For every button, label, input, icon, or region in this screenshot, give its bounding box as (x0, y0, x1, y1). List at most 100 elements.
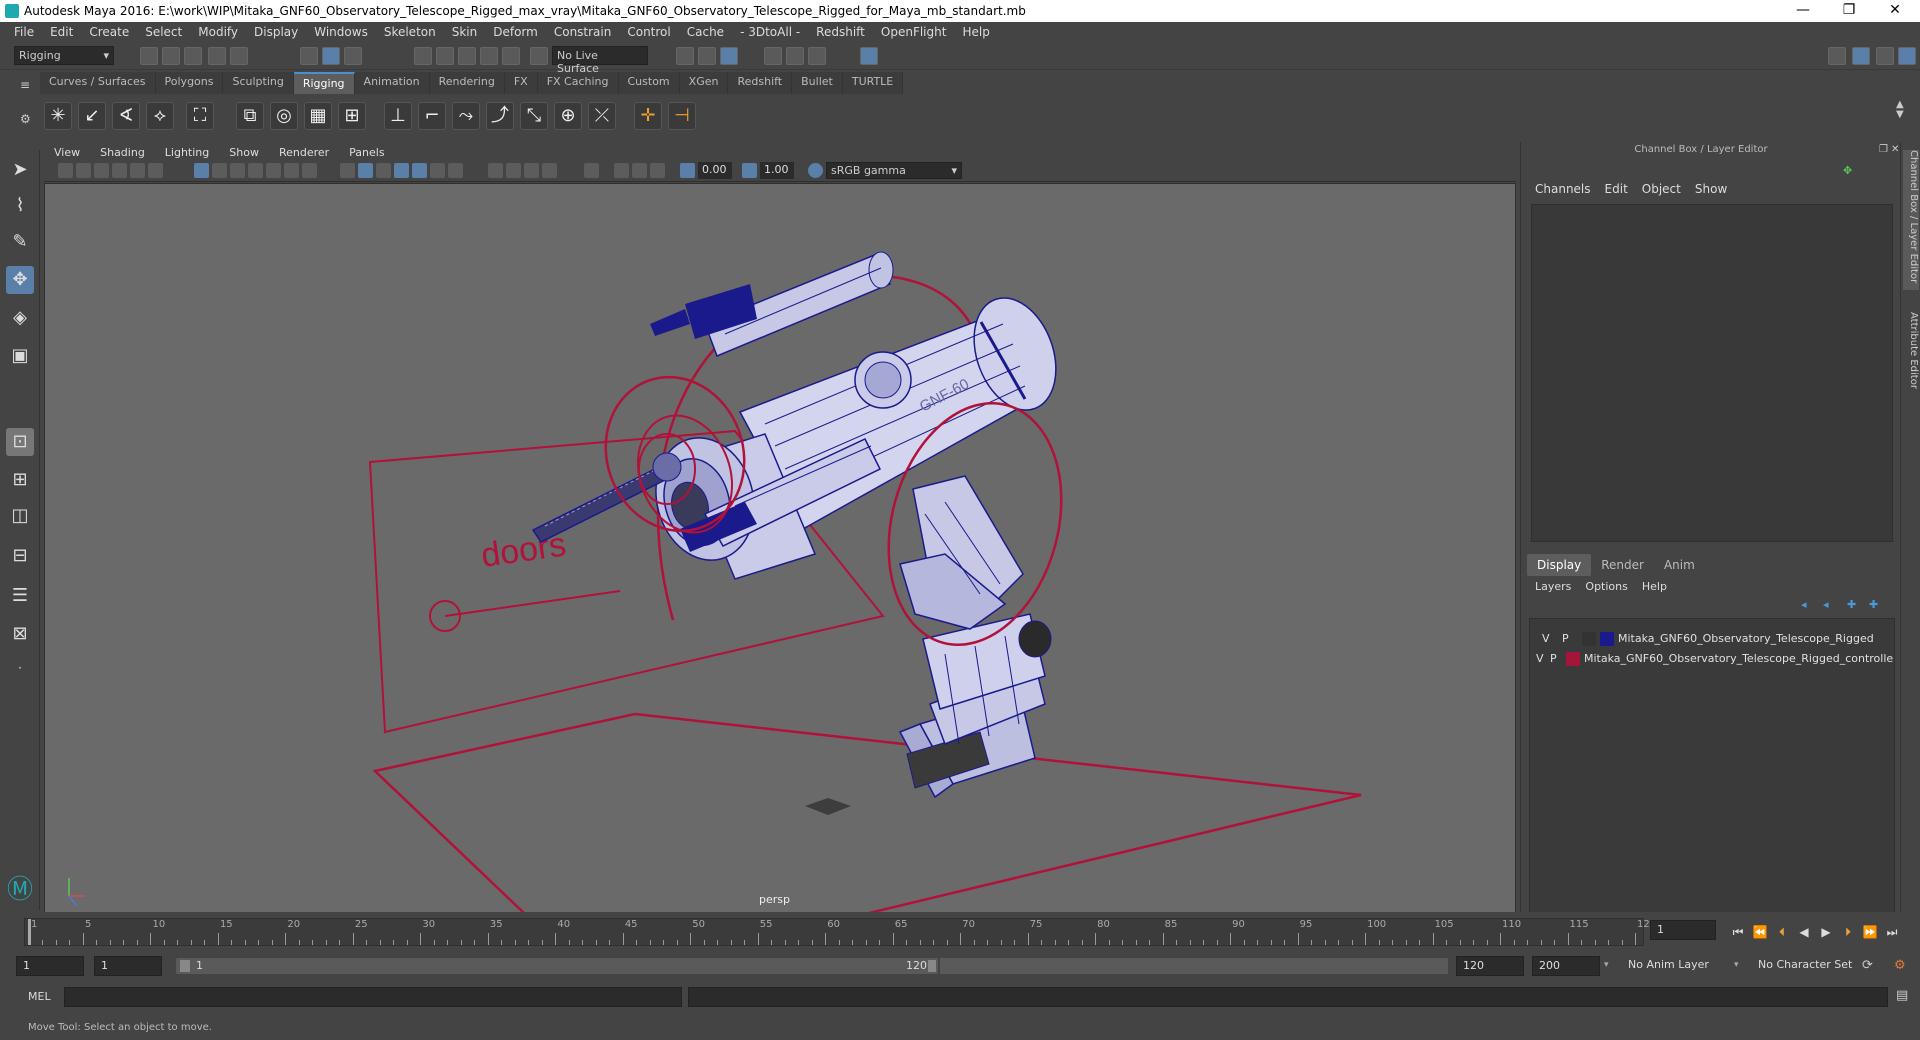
viewport-menu-renderer[interactable]: Renderer (269, 146, 339, 159)
shelf-tab-bullet[interactable]: Bullet (792, 72, 843, 94)
menu-openflight[interactable]: OpenFlight (873, 25, 955, 39)
menu-deform[interactable]: Deform (485, 25, 546, 39)
close-panel-icon[interactable]: ✕ (1891, 144, 1899, 155)
snap-view-plane-icon[interactable] (480, 47, 498, 65)
range-track[interactable] (940, 958, 1448, 974)
layer-visibility-toggle[interactable]: V (1536, 652, 1544, 665)
chevron-down-icon[interactable]: ▾ (1734, 960, 1739, 970)
parent-constraint-icon[interactable]: ⌐ (418, 102, 446, 130)
render-current-icon[interactable] (698, 47, 716, 65)
menu-modify[interactable]: Modify (190, 25, 246, 39)
layer-row[interactable]: V P Mitaka_GNF60_Observatory_Telescope_R… (1530, 629, 1894, 649)
layer-row[interactable]: V P Mitaka_GNF60_Observatory_Telescope_R… (1530, 649, 1894, 669)
ipr-render-icon[interactable] (720, 47, 738, 65)
shelf-scroll-icon[interactable]: ▲ ▼ (1896, 100, 1904, 120)
paint-select-icon[interactable]: ✎ (6, 228, 34, 256)
select-object-icon[interactable] (322, 47, 340, 65)
shelf-tab-curves[interactable]: Curves / Surfaces (40, 72, 156, 94)
shelf-menu-icon[interactable]: ≡ (20, 78, 34, 92)
finder-scope[interactable] (650, 251, 894, 357)
menu-skeleton[interactable]: Skeleton (376, 25, 444, 39)
command-language-label[interactable]: MEL (28, 990, 51, 1003)
range-slider[interactable]: 1 120 (176, 958, 938, 974)
ik-spline-icon[interactable]: ⟡ (146, 102, 174, 130)
menu-help[interactable]: Help (954, 25, 997, 39)
two-d-pan-icon[interactable] (130, 163, 145, 178)
animation-preferences-icon[interactable]: ⚙ (1894, 958, 1906, 973)
current-time-marker[interactable] (28, 919, 31, 945)
locator-icon[interactable]: ⊥ (384, 102, 412, 130)
image-plane-icon[interactable] (112, 163, 127, 178)
workspace-icon[interactable] (1828, 47, 1846, 65)
menu-skin[interactable]: Skin (444, 25, 486, 39)
float-panel-icon[interactable]: ❐ (1879, 144, 1888, 155)
toggle-attribute-editor-icon[interactable] (1898, 47, 1916, 65)
step-back-frame-icon[interactable]: ⏪ (1752, 924, 1768, 940)
view-transform-dropdown[interactable]: sRGB gamma ▾ (826, 162, 962, 179)
screen-space-ao-icon[interactable] (488, 163, 503, 178)
layout-more-icon[interactable]: · (6, 654, 34, 682)
viewport-menu-show[interactable]: Show (219, 146, 269, 159)
safe-title-icon[interactable] (302, 163, 317, 178)
menu-3dtoall[interactable]: - 3DtoAll - (732, 25, 808, 39)
tab-display[interactable]: Display (1527, 554, 1592, 576)
layer-menu-layers[interactable]: Layers (1535, 580, 1571, 593)
exposure-icon[interactable] (680, 163, 695, 178)
viewport-menu-panels[interactable]: Panels (339, 146, 394, 159)
layer-playback-toggle[interactable]: P (1562, 632, 1569, 645)
select-component-icon[interactable] (344, 47, 362, 65)
bookmark-icon[interactable] (94, 163, 109, 178)
menu-cache[interactable]: Cache (679, 25, 732, 39)
redo-icon[interactable] (230, 47, 248, 65)
toggle-tool-settings-icon[interactable] (1876, 47, 1894, 65)
default-material-icon[interactable] (376, 163, 391, 178)
ik-handle-icon[interactable]: ∢ (112, 102, 140, 130)
depth-of-field-icon[interactable] (542, 163, 557, 178)
exposure-field[interactable]: 0.00 (698, 162, 732, 179)
persp-graph-layout-icon[interactable]: ⊟ (6, 542, 34, 570)
manipulator-icon[interactable]: ✥ (1843, 164, 1855, 177)
viewport-menu-shading[interactable]: Shading (90, 146, 155, 159)
tab-anim[interactable]: Anim (1654, 554, 1705, 576)
menu-create[interactable]: Create (81, 25, 137, 39)
ground-controller-curve[interactable] (372, 712, 1362, 913)
menu-set-dropdown[interactable]: Rigging ▾ (14, 46, 114, 65)
render-view-icon[interactable] (808, 47, 826, 65)
go-to-start-icon[interactable]: ⏮ (1730, 924, 1746, 940)
shelf-tab-xgen[interactable]: XGen (679, 72, 729, 94)
menu-redshift[interactable]: Redshift (808, 25, 873, 39)
single-perspective-layout-icon[interactable]: ⊡ (6, 428, 34, 456)
character-set-dropdown[interactable]: No Character Set (1752, 956, 1866, 976)
gamma-field[interactable]: 1.00 (760, 162, 794, 179)
time-ruler[interactable]: 1 5 10 15 20 25 30 35 40 45 50 55 60 65 70 75 80 85 90 95 10… (24, 918, 1656, 946)
new-scene-icon[interactable] (140, 47, 158, 65)
insert-joint-icon[interactable]: ↙ (78, 102, 106, 130)
motion-blur-icon[interactable] (506, 163, 521, 178)
move-layer-down-icon[interactable]: ◂ (1823, 598, 1829, 611)
wireframe-on-shaded-icon[interactable] (394, 163, 409, 178)
shelf-tab-redshift[interactable]: Redshift (728, 72, 793, 94)
scene-canvas[interactable]: doors GNF-60 (45, 184, 1516, 913)
move-layer-up-icon[interactable]: ◂ (1801, 598, 1807, 611)
resolution-gate-icon[interactable] (230, 163, 245, 178)
isolate-select-icon[interactable] (584, 163, 599, 178)
anti-aliasing-icon[interactable] (524, 163, 539, 178)
menu-select[interactable]: Select (137, 25, 190, 39)
menu-edit[interactable]: Edit (42, 25, 81, 39)
restore-button[interactable]: ❐ (1826, 0, 1872, 22)
play-forwards-icon[interactable]: ▶ (1818, 924, 1834, 940)
layer-playback-toggle[interactable]: P (1550, 652, 1557, 665)
layer-color-swatch[interactable] (1566, 652, 1580, 666)
menu-display[interactable]: Display (246, 25, 306, 39)
snap-live-icon[interactable] (502, 47, 520, 65)
shelf-tab-animation[interactable]: Animation (354, 72, 430, 94)
paint-weights-icon[interactable]: ◎ (270, 102, 298, 130)
quick-rig-icon[interactable]: ⛶ (186, 102, 214, 130)
shelf-tab-fx[interactable]: FX (504, 72, 538, 94)
snap-live-surface-icon[interactable] (530, 47, 548, 65)
redshift-render-icon[interactable] (860, 47, 878, 65)
gamma-icon[interactable] (742, 163, 757, 178)
open-scene-icon[interactable] (162, 47, 180, 65)
save-scene-icon[interactable] (184, 47, 202, 65)
layer-menu-help[interactable]: Help (1642, 580, 1667, 593)
